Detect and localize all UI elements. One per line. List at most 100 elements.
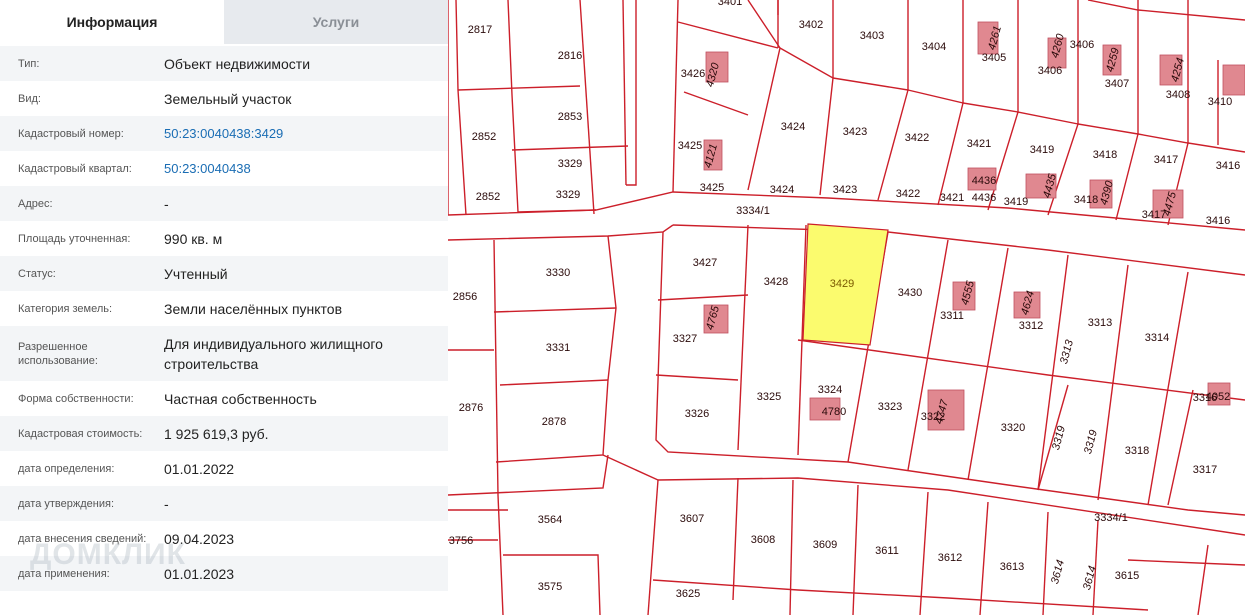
detail-label: Кадастровая стоимость:	[18, 427, 143, 440]
detail-label: Статус:	[18, 267, 56, 280]
info-panel: Информация Услуги Тип: Объект недвижимос…	[0, 0, 448, 615]
detail-row-ownership: Форма собственности: Частная собственнос…	[0, 381, 448, 416]
tab-bar: Информация Услуги	[0, 0, 448, 44]
parcel-label: 3327	[672, 333, 698, 345]
parcel-label: 3406	[1069, 39, 1095, 51]
building-label: 4052	[1205, 391, 1231, 403]
parcel-label: 3423	[842, 126, 868, 138]
detail-value: Земли населённых пунктов	[164, 300, 343, 317]
parcel-label: 3320	[1000, 422, 1026, 434]
parcel-label: 2852	[471, 131, 497, 143]
detail-value: 1 925 619,3 руб.	[164, 425, 269, 442]
detail-label: Разрешенное использование:	[18, 340, 98, 367]
parcel-label: 3405	[981, 52, 1007, 64]
detail-row-cadastral-number: Кадастровый номер: 50:23:0040438:3429	[0, 116, 448, 151]
parcel-label: 3609	[812, 539, 838, 551]
parcel-label: 3607	[679, 513, 705, 525]
detail-label: дата утверждения:	[18, 497, 115, 510]
cadastral-number-link[interactable]: 50:23:0040438:3429	[164, 124, 434, 144]
parcel-label: 3326	[684, 408, 710, 420]
parcel-label: 3424	[769, 184, 795, 196]
tab-services[interactable]: Услуги	[224, 0, 448, 44]
parcel-label: 3402	[798, 19, 824, 31]
detail-value: Объект недвижимости	[164, 55, 311, 72]
detail-value: Для индивидуального жилищного строительс…	[164, 335, 383, 372]
parcel-label: 3424	[780, 121, 806, 133]
parcel-label: 3410	[1207, 96, 1233, 108]
parcel-label: 3422	[895, 188, 921, 200]
parcel-label: 3325	[756, 391, 782, 403]
detail-row-approval-date: дата утверждения: -	[0, 486, 448, 521]
parcel-label: 3612	[937, 552, 963, 564]
parcel-label: 3575	[537, 581, 563, 593]
parcel-label: 3331	[545, 342, 571, 354]
parcel-label: 3425	[699, 182, 725, 194]
detail-row-cadastral-quarter: Кадастровый квартал: 50:23:0040438	[0, 151, 448, 186]
detail-row-kind: Вид: Земельный участок	[0, 81, 448, 116]
building-label: 4436	[971, 175, 997, 187]
detail-label: Площадь уточненная:	[18, 232, 131, 245]
parcel-label: 3407	[1104, 78, 1130, 90]
parcel-label: 3404	[921, 41, 947, 53]
detail-label: Кадастровый номер:	[18, 127, 124, 140]
detail-row-address: Адрес: -	[0, 186, 448, 221]
parcel-label: 2878	[541, 416, 567, 428]
parcel-label: 3422	[904, 132, 930, 144]
parcel-label: 3423	[832, 184, 858, 196]
detail-label: Вид:	[18, 92, 41, 105]
detail-value: 01.01.2023	[164, 565, 235, 582]
parcel-label: 3329	[555, 189, 581, 201]
parcel-label: 3427	[692, 257, 718, 269]
parcel-label: 3314	[1144, 332, 1170, 344]
parcel-label: 3428	[763, 276, 789, 288]
parcel-label: 3756	[448, 535, 474, 547]
detail-row-status: Статус: Учтенный	[0, 256, 448, 291]
detail-value: 09.04.2023	[164, 530, 235, 547]
parcel-label: 2816	[557, 50, 583, 62]
parcel-label: 3323	[877, 401, 903, 413]
parcel-label: 2852	[475, 191, 501, 203]
parcel-label: 3430	[897, 287, 923, 299]
parcel-label: 3318	[1124, 445, 1150, 457]
parcel-label: 2856	[452, 291, 478, 303]
parcel-label: 3421	[966, 138, 992, 150]
parcel-label: 3317	[1192, 464, 1218, 476]
parcel-label: 3421	[939, 192, 965, 204]
building-label: 4436	[971, 192, 997, 204]
parcel-label: 3324	[817, 384, 843, 396]
cadastral-map[interactable]: 2817 2816 3401 3402 3403 3404 3405 3406 …	[448, 0, 1245, 615]
parcel-label-selected[interactable]: 3429	[830, 278, 854, 290]
parcel-label: 3416	[1215, 160, 1241, 172]
parcel-label: 2876	[458, 402, 484, 414]
detail-value: Учтенный	[164, 265, 228, 282]
parcel-label: 3426	[680, 68, 706, 80]
tab-information[interactable]: Информация	[0, 0, 224, 44]
detail-row-permitted-use: Разрешенное использование: Для индивидуа…	[0, 326, 448, 381]
parcel-label: 3334/1	[1094, 512, 1128, 524]
detail-value: -	[164, 495, 169, 512]
parcel-label: 3312	[1018, 320, 1044, 332]
detail-label: Категория земель:	[18, 302, 113, 315]
detail-value: 990 кв. м	[164, 230, 223, 247]
cadastral-quarter-link[interactable]: 50:23:0040438	[164, 159, 434, 179]
detail-value: -	[164, 195, 169, 212]
detail-value: 01.01.2022	[164, 460, 235, 477]
parcel-label: 2853	[557, 111, 583, 123]
parcel-label: 3611	[875, 545, 899, 557]
parcel-label: 2817	[467, 24, 493, 36]
parcel-label: 3625	[675, 588, 701, 600]
parcel-label: 3403	[859, 30, 885, 42]
parcel-label: 3334/1	[736, 205, 770, 217]
parcel-label: 3416	[1205, 215, 1231, 227]
detail-row-area: Площадь уточненная: 990 кв. м	[0, 221, 448, 256]
parcel-label: 3408	[1165, 89, 1191, 101]
detail-value: Частная собственность	[164, 390, 317, 407]
parcel-label: 3564	[537, 514, 563, 526]
detail-label: Тип:	[18, 57, 40, 70]
parcel-label: 3425	[677, 140, 703, 152]
parcel-label: 3418	[1092, 149, 1118, 161]
parcel-label: 3417	[1153, 154, 1179, 166]
parcel-label: 3615	[1114, 570, 1140, 582]
detail-value: Земельный участок	[164, 90, 292, 107]
parcel-label: 3313	[1087, 317, 1113, 329]
